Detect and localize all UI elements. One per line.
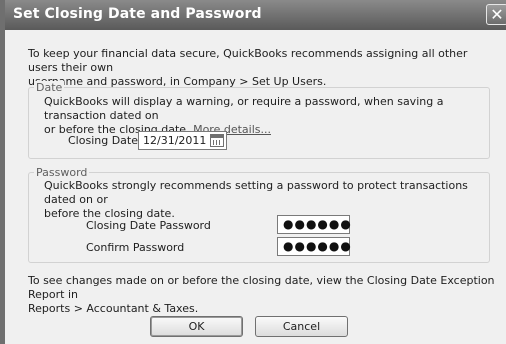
ok-button[interactable]: OK <box>150 316 243 337</box>
confirm-password-field[interactable]: ●●●●●● <box>277 237 352 256</box>
confirm-password-value: ●●●●●● <box>283 239 352 253</box>
footer-text: To see changes made on or before the clo… <box>28 274 498 316</box>
intro-text: To keep your financial data secure, Quic… <box>28 47 498 89</box>
password-description-line-1: QuickBooks strongly recommends setting a… <box>44 179 468 206</box>
dialog-title: Set Closing Date and Password <box>13 6 262 22</box>
cancel-button[interactable]: Cancel <box>255 316 348 337</box>
footer-text-line-1: To see changes made on or before the clo… <box>28 274 495 301</box>
date-description-line-1: QuickBooks will display a warning, or re… <box>44 95 444 122</box>
closing-date-field[interactable]: 12/31/2011 <box>138 131 227 150</box>
closing-date-password-value: ●●●●●● <box>283 217 352 231</box>
date-group-label: Date <box>34 81 65 94</box>
footer-text-line-2: Reports > Accountant & Taxes. <box>28 302 199 315</box>
calendar-icon[interactable] <box>210 134 224 147</box>
password-group-label: Password <box>34 166 90 179</box>
close-button[interactable]: ✕ <box>486 4 506 25</box>
closing-date-value: 12/31/2011 <box>143 134 207 147</box>
closing-date-password-field[interactable]: ●●●●●● <box>277 215 352 234</box>
closing-date-label: Closing Date <box>68 134 138 147</box>
password-description: QuickBooks strongly recommends setting a… <box>44 179 494 221</box>
confirm-password-label: Confirm Password <box>86 241 185 254</box>
intro-text-line-1: To keep your financial data secure, Quic… <box>28 47 468 74</box>
title-bar: Set Closing Date and Password <box>5 0 506 30</box>
closing-date-password-label: Closing Date Password <box>86 219 211 232</box>
close-icon: ✕ <box>490 5 504 24</box>
date-description: QuickBooks will display a warning, or re… <box>44 95 494 137</box>
